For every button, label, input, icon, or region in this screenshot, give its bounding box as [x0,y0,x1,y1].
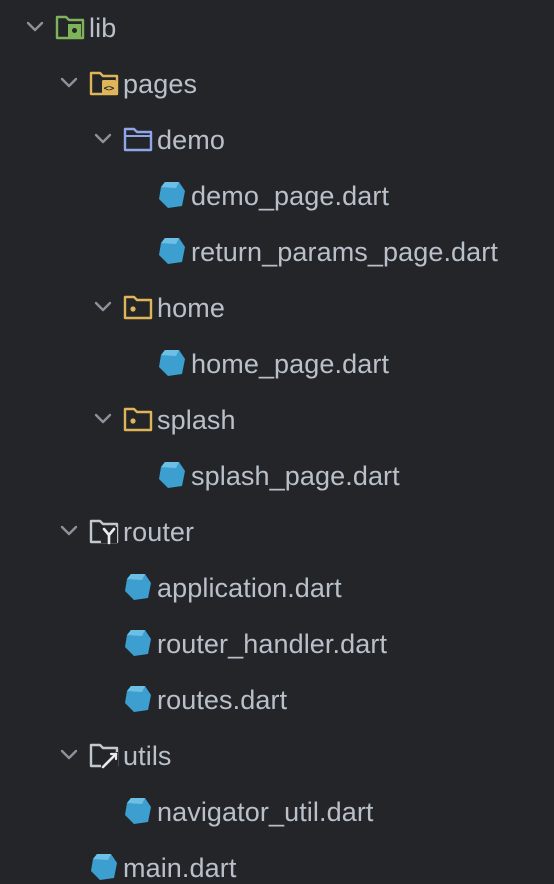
tree-item-pages[interactable]: <> pages [0,56,554,112]
tree-item-router-handler[interactable]: router_handler.dart [0,616,554,672]
folder-package-icon: <> [89,71,119,96]
tree-item-label: home [157,293,225,323]
tree-item-lib[interactable]: lib [0,0,554,56]
tree-item-routes[interactable]: routes.dart [0,672,554,728]
dart-file-icon [159,350,185,376]
tree-item-label: lib [89,13,117,43]
tree-item-label: router [123,517,195,547]
folder-utils-icon [89,743,119,769]
project-tree: lib <> pages demo demo_page.dart return_… [0,0,554,884]
chevron-down-icon[interactable] [92,128,114,150]
tree-item-label: routes.dart [157,685,288,715]
tree-item-label: utils [123,741,172,771]
svg-text:<>: <> [104,84,115,94]
tree-item-label: splash [157,405,236,435]
chevron-down-icon[interactable] [24,16,46,38]
folder-package-icon [123,295,153,320]
chevron-down-icon[interactable] [58,72,80,94]
folder-package-icon [123,407,153,432]
dart-file-icon [91,854,117,880]
tree-item-router[interactable]: router [0,504,554,560]
dart-file-icon [125,574,151,600]
tree-item-return-params-page[interactable]: return_params_page.dart [0,224,554,280]
dart-file-icon [125,630,151,656]
tree-item-navigator-util[interactable]: navigator_util.dart [0,784,554,840]
dart-file-icon [159,182,185,208]
folder-icon [123,127,153,152]
tree-item-home-page[interactable]: home_page.dart [0,336,554,392]
tree-item-splash-page[interactable]: splash_page.dart [0,448,554,504]
dart-file-icon [125,798,151,824]
chevron-down-icon[interactable] [58,744,80,766]
tree-item-demo-page[interactable]: demo_page.dart [0,168,554,224]
tree-item-label: splash_page.dart [191,461,400,491]
tree-item-label: return_params_page.dart [191,237,498,267]
tree-item-label: home_page.dart [191,349,390,379]
chevron-down-icon[interactable] [92,296,114,318]
tree-item-demo[interactable]: demo [0,112,554,168]
folder-source-root-icon [55,15,85,40]
tree-item-label: demo_page.dart [191,181,390,211]
chevron-down-icon[interactable] [92,408,114,430]
tree-item-label: navigator_util.dart [157,797,374,827]
tree-item-label: application.dart [157,573,342,603]
tree-item-label: demo [157,125,225,155]
dart-file-icon [159,462,185,488]
tree-item-label: main.dart [123,853,237,883]
tree-item-utils[interactable]: utils [0,728,554,784]
tree-item-home[interactable]: home [0,280,554,336]
tree-item-application[interactable]: application.dart [0,560,554,616]
folder-router-icon [89,519,119,545]
tree-item-main[interactable]: main.dart [0,840,554,884]
dart-file-icon [125,686,151,712]
tree-item-splash[interactable]: splash [0,392,554,448]
chevron-down-icon[interactable] [58,520,80,542]
dart-file-icon [159,238,185,264]
tree-item-label: pages [123,69,198,99]
tree-item-label: router_handler.dart [157,629,388,659]
